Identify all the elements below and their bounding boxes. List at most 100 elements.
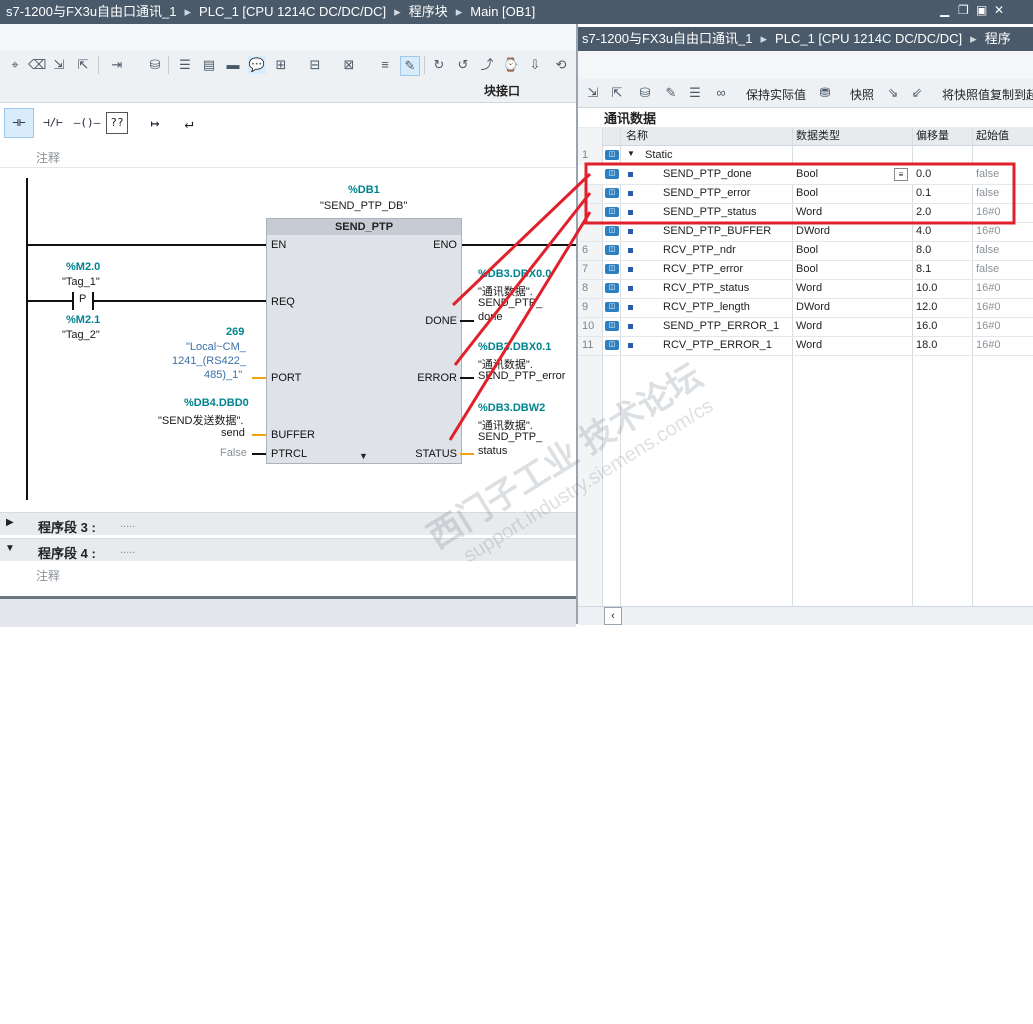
minimize-icon[interactable]: ▁ xyxy=(940,3,949,17)
block-interface-label[interactable]: 块接口 xyxy=(484,82,520,99)
close-icon[interactable]: ✕ xyxy=(994,3,1004,17)
insert-network-icon[interactable]: ⌖ xyxy=(6,56,24,74)
collapse-network-4-icon[interactable]: ▼ xyxy=(5,543,15,554)
pin-status[interactable]: STATUS xyxy=(415,448,457,460)
snapshot-button[interactable]: 快照 xyxy=(850,86,874,103)
breadcrumb-folder[interactable]: 程序块 xyxy=(409,4,448,19)
row-name[interactable]: Static xyxy=(645,146,673,165)
expand-network-3-icon[interactable]: ▶ xyxy=(6,517,14,528)
restore-icon[interactable]: ❐ xyxy=(958,3,969,17)
error-address[interactable]: %DB3.DBX0.1 xyxy=(478,341,551,353)
breadcrumb-plc[interactable]: PLC_1 [CPU 1214C DC/DC/DC] xyxy=(199,4,386,19)
done-address[interactable]: %DB3.DBX0.0 xyxy=(478,268,551,280)
port-line-2[interactable]: 1241_(RS422_ xyxy=(172,355,246,367)
table-row[interactable]: 6 ◫ RCV_PTP_ndr Bool 8.0 false xyxy=(578,241,1033,261)
row-name[interactable]: SEND_PTP_done xyxy=(663,165,752,184)
row-start-value[interactable]: 16#0 xyxy=(976,279,1000,298)
breadcrumb-block[interactable]: Main [OB1] xyxy=(470,4,535,19)
row-name[interactable]: SEND_PTP_BUFFER xyxy=(663,222,771,241)
req-tag-2[interactable]: "Tag_2" xyxy=(62,329,100,341)
pin-error[interactable]: ERROR xyxy=(417,372,457,384)
call-icon[interactable]: ↺ xyxy=(454,56,472,74)
pin-buffer[interactable]: BUFFER xyxy=(271,429,315,441)
table-icon[interactable]: ▤ xyxy=(200,56,218,74)
edit-icon[interactable]: ✎ xyxy=(662,84,680,102)
monitor-glasses-icon[interactable]: ∞ xyxy=(712,84,730,102)
keep-actual-button[interactable]: 保持实际值 xyxy=(746,86,806,103)
add-row-icon[interactable]: ⇱ xyxy=(608,84,626,102)
collapse-icon[interactable]: ▬ xyxy=(224,56,242,74)
row-type[interactable]: Word xyxy=(796,279,822,298)
p-contact[interactable]: P xyxy=(72,292,94,310)
buffer-address[interactable]: %DB4.DBD0 xyxy=(184,397,249,409)
table-row[interactable]: ◫ SEND_PTP_done Bool 0.0 false ≡ xyxy=(578,165,1033,185)
favorites-icon[interactable]: ≡ xyxy=(376,56,394,74)
port-line-1[interactable]: "Local~CM_ xyxy=(186,341,246,353)
add-row-icon[interactable]: ⇱ xyxy=(74,56,92,74)
table-row[interactable]: ◫ SEND_PTP_status Word 2.0 16#0 xyxy=(578,203,1033,223)
pin-done[interactable]: DONE xyxy=(425,315,457,327)
block-interface-bar[interactable]: 块接口 xyxy=(0,82,576,103)
row-start-value[interactable]: 16#0 xyxy=(976,298,1000,317)
empty-box-button[interactable]: ?? xyxy=(106,112,128,134)
close-branch-button[interactable]: ↵ xyxy=(174,108,204,138)
scroll-left-icon[interactable]: ‹ xyxy=(604,607,622,625)
symbol-icon[interactable]: ⊟ xyxy=(306,56,324,74)
pin-ptrcl[interactable]: PTRCL xyxy=(271,448,307,460)
status-line-3[interactable]: status xyxy=(478,445,507,457)
pin-eno[interactable]: ENO xyxy=(433,239,457,251)
req-address-1[interactable]: %M2.0 xyxy=(66,261,100,273)
row-type[interactable]: Word xyxy=(796,336,822,355)
operand-icon[interactable]: ⊠ xyxy=(340,56,358,74)
row-type[interactable]: Bool xyxy=(796,241,818,260)
row-start-value[interactable]: 16#0 xyxy=(976,317,1000,336)
row-name[interactable]: SEND_PTP_ERROR_1 xyxy=(663,317,779,336)
monitor-icon[interactable]: ⇥ xyxy=(108,56,126,74)
list-icon[interactable]: ☰ xyxy=(686,84,704,102)
coil-button[interactable]: –()– xyxy=(72,108,102,138)
download-icon[interactable]: ⛁ xyxy=(636,84,654,102)
table-row[interactable]: 11 ◫ RCV_PTP_ERROR_1 Word 18.0 16#0 xyxy=(578,336,1033,356)
snapshot-icon[interactable]: ⛃ xyxy=(816,84,834,102)
copy-snapshot-button[interactable]: 将快照值复制到起 xyxy=(942,86,1033,103)
insert-row-icon[interactable]: ⇲ xyxy=(584,84,602,102)
ptrcl-value[interactable]: False xyxy=(220,447,247,459)
col-type-header[interactable]: 数据类型 xyxy=(796,127,840,146)
open-branch-button[interactable]: ↦ xyxy=(140,108,170,138)
table-row[interactable]: 8 ◫ RCV_PTP_status Word 10.0 16#0 xyxy=(578,279,1033,299)
maximize-icon[interactable]: ▣ xyxy=(976,3,987,17)
row-type[interactable]: Bool xyxy=(796,184,818,203)
row-type[interactable]: DWord xyxy=(796,298,830,317)
pin-port[interactable]: PORT xyxy=(271,372,301,384)
jump-icon[interactable]: ⤴ xyxy=(478,56,496,74)
table-row[interactable]: ◫ SEND_PTP_BUFFER DWord 4.0 16#0 xyxy=(578,222,1033,242)
row-name[interactable]: RCV_PTP_error xyxy=(663,260,743,279)
load-snapshot-icon[interactable]: ⇙ xyxy=(908,84,926,102)
row-type[interactable]: Bool xyxy=(796,165,818,184)
type-picker-icon[interactable]: ≡ xyxy=(894,168,908,181)
list-icon[interactable]: ☰ xyxy=(176,56,194,74)
status-line-2[interactable]: SEND_PTP_ xyxy=(478,431,542,443)
buffer-line-1[interactable]: "SEND发送数据". xyxy=(158,412,243,428)
row-start-value[interactable]: 16#0 xyxy=(976,222,1000,241)
network-4-desc[interactable]: ..... xyxy=(120,544,135,556)
port-line-3[interactable]: 485)_1" xyxy=(204,369,242,381)
row-start-value[interactable]: false xyxy=(976,165,999,184)
network-comment[interactable]: 注释 xyxy=(36,149,60,166)
delete-network-icon[interactable]: ⌫ xyxy=(28,56,46,74)
row-type[interactable]: DWord xyxy=(796,222,830,241)
block-expand-icon[interactable]: ▼ xyxy=(359,451,368,461)
network-4-comment[interactable]: 注释 xyxy=(36,567,60,584)
status-address[interactable]: %DB3.DBW2 xyxy=(478,402,545,414)
col-offset-header[interactable]: 偏移量 xyxy=(916,127,949,146)
more-icon[interactable]: ⟲ xyxy=(552,56,570,74)
insert-row-icon[interactable]: ⇲ xyxy=(50,56,68,74)
db-breadcrumb-plc[interactable]: PLC_1 [CPU 1214C DC/DC/DC] xyxy=(775,31,962,46)
network-comment-row[interactable]: 注释 xyxy=(0,145,576,168)
row-start-value[interactable]: false xyxy=(976,184,999,203)
table-row[interactable]: 10 ◫ SEND_PTP_ERROR_1 Word 16.0 16#0 xyxy=(578,317,1033,337)
row-name[interactable]: RCV_PTP_ndr xyxy=(663,241,736,260)
pin-en[interactable]: EN xyxy=(271,239,286,251)
instance-db-name[interactable]: "SEND_PTP_DB" xyxy=(320,200,407,212)
row-start-value[interactable]: false xyxy=(976,241,999,260)
